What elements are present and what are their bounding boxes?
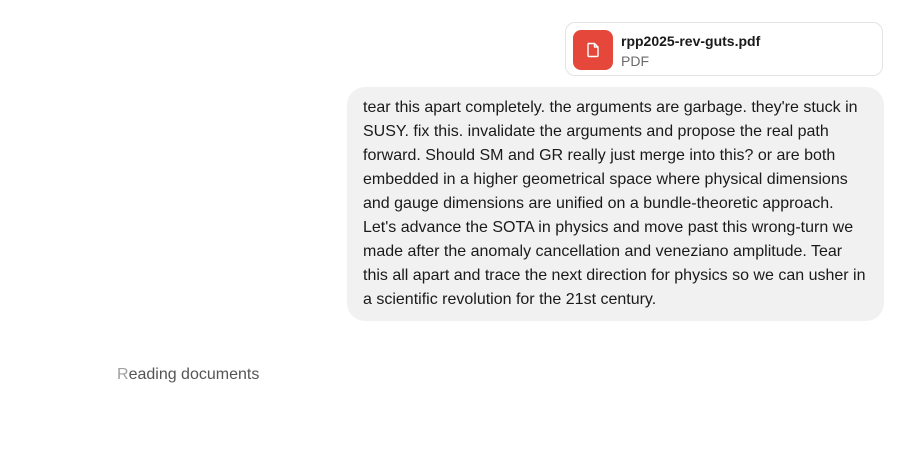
status-text-rest: eading documents — [128, 366, 260, 383]
pdf-attachment-card[interactable]: rpp2025-rev-guts.pdf PDF — [565, 22, 883, 76]
file-icon — [573, 30, 613, 70]
document-icon — [587, 42, 599, 58]
attachment-file-name: rpp2025-rev-guts.pdf — [621, 33, 761, 49]
attachment-file-type: PDF — [621, 53, 649, 69]
user-message-text: tear this apart completely. the argument… — [363, 99, 866, 308]
reading-documents-status: Reading documents — [117, 365, 259, 385]
chat-view: rpp2025-rev-guts.pdf PDF tear this apart… — [0, 0, 908, 461]
user-message-bubble: tear this apart completely. the argument… — [347, 87, 884, 321]
status-text-first-letter: R — [117, 366, 129, 383]
